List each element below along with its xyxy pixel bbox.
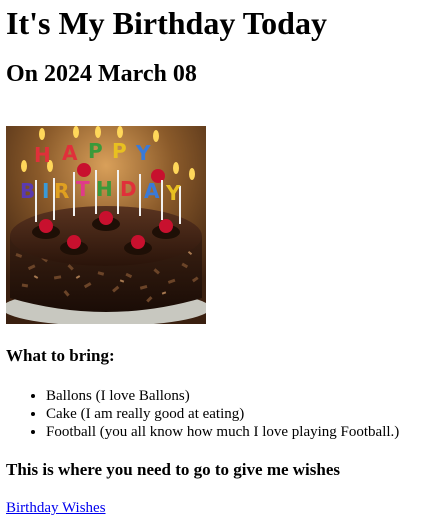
svg-text:H: H xyxy=(34,143,51,167)
svg-text:H: H xyxy=(96,177,113,201)
svg-text:R: R xyxy=(54,179,69,203)
svg-text:A: A xyxy=(144,179,160,203)
what-to-bring-heading: What to bring: xyxy=(6,346,115,365)
svg-text:Y: Y xyxy=(135,141,151,165)
page-title: It's My Birthday Today xyxy=(6,5,327,41)
list-item: Cake (I am really good at eating) xyxy=(46,405,399,423)
wishes-heading: This is where you need to go to give me … xyxy=(6,460,341,479)
svg-text:B: B xyxy=(20,179,35,203)
svg-text:I: I xyxy=(42,179,49,203)
svg-text:D: D xyxy=(120,177,137,201)
list-item: Ballons (I love Ballons) xyxy=(46,387,399,405)
birthday-wishes-link[interactable]: Birthday Wishes xyxy=(6,499,106,517)
birthday-cake-image: H A P P Y B I R T H D A Y xyxy=(6,126,206,324)
svg-text:T: T xyxy=(76,177,90,201)
bring-list: Ballons (I love Ballons) Cake (I am real… xyxy=(6,387,399,441)
list-item: Football (you all know how much I love p… xyxy=(46,423,399,441)
svg-text:P: P xyxy=(88,139,103,163)
svg-text:Y: Y xyxy=(165,181,181,205)
birthday-date-heading: On 2024 March 08 xyxy=(6,61,197,87)
svg-text:P: P xyxy=(112,139,127,163)
svg-text:A: A xyxy=(62,141,78,165)
